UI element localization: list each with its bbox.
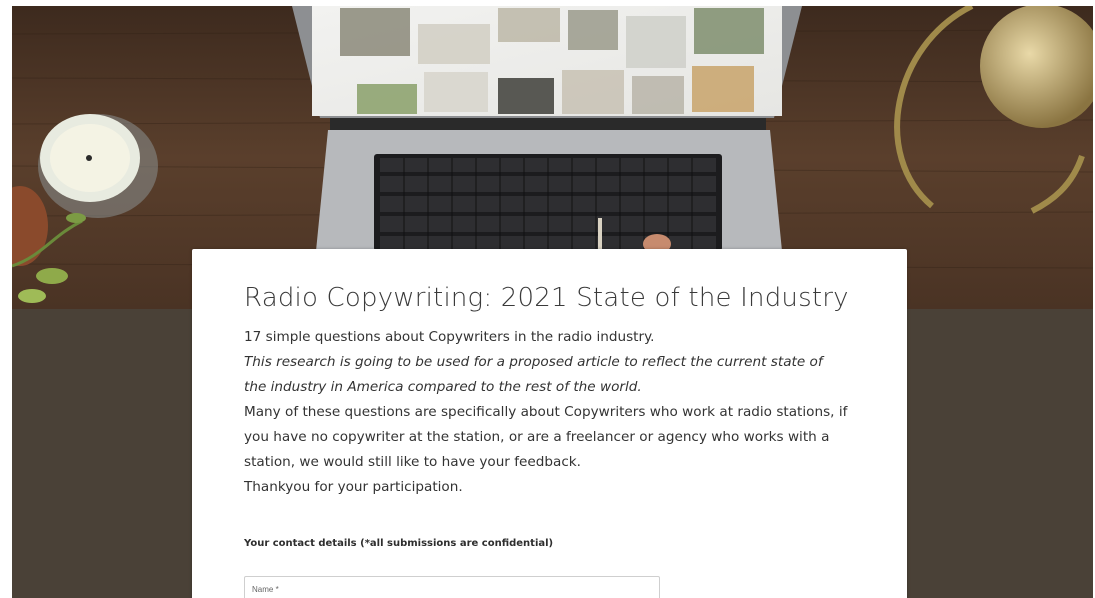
description-research-note: This research is going to be used for a … <box>244 354 823 395</box>
description-thanks: Thankyou for your participation. <box>244 479 463 495</box>
description-details: Many of these questions are specifically… <box>244 404 848 470</box>
laptop-icon <box>292 6 802 254</box>
name-field[interactable]: Name * <box>244 576 660 598</box>
form-description: 17 simple questions about Copywriters in… <box>244 325 849 500</box>
description-intro: 17 simple questions about Copywriters in… <box>244 329 655 345</box>
form-page: Radio Copywriting: 2021 State of the Ind… <box>0 0 1095 598</box>
contact-details-heading: Your contact details (*all submissions a… <box>244 538 554 549</box>
form-card: Radio Copywriting: 2021 State of the Ind… <box>192 249 907 598</box>
name-field-label: Name * <box>252 585 279 594</box>
candle-icon <box>38 114 158 218</box>
form-title: Radio Copywriting: 2021 State of the Ind… <box>244 283 849 313</box>
